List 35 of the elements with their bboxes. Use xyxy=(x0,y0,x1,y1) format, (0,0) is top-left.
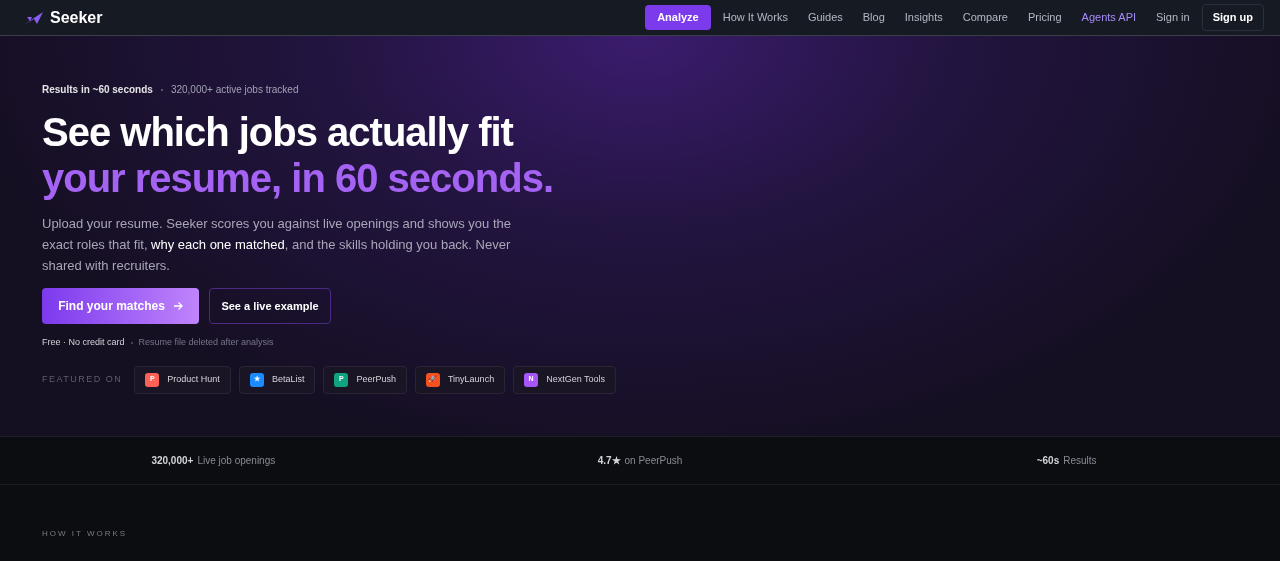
logo-icon xyxy=(24,10,44,25)
platform-name: BetaList xyxy=(271,372,305,386)
section-label: HOW IT WORKS xyxy=(42,529,128,538)
find-matches-button[interactable]: Find your matches xyxy=(42,288,199,324)
arrow-right-icon xyxy=(172,301,183,311)
pricing-note: Free · No credit card xyxy=(42,336,125,349)
hero-title-accent: your resume, in 60 seconds. xyxy=(42,155,554,201)
stat-label: Results xyxy=(1063,454,1097,468)
platform-name: PeerPush xyxy=(356,372,396,386)
stat-value: ~60s xyxy=(1036,454,1060,468)
nav-link[interactable]: Compare xyxy=(954,5,1016,30)
nav-link[interactable]: How It Works xyxy=(714,5,796,30)
platform-name: Product Hunt xyxy=(167,372,220,386)
stat-value: 4.7★ xyxy=(597,454,621,468)
hero-eyebrow-note: 320,000+ active jobs tracked xyxy=(170,83,299,97)
live-example-button[interactable]: See a live example xyxy=(209,288,331,324)
nav-link[interactable]: Analyze xyxy=(645,5,711,30)
nav-link[interactable]: Guides xyxy=(799,5,851,30)
hero-eyebrow: Results in ~60 seconds xyxy=(42,83,153,97)
hero-title: See which jobs actually fit xyxy=(42,109,515,155)
hero-description: Upload your resume. Seeker scores you against live openings and shows you the exact roles that fit, why each one matched, and the skills holding you back. Never shared with recruiters. xyxy=(42,215,512,275)
platform-name: TinyLaunch xyxy=(447,372,495,386)
nav-link[interactable]: Insights xyxy=(896,5,951,30)
featured-label: FEATURED ON xyxy=(42,372,123,386)
nav-link[interactable]: Agents API xyxy=(1073,5,1145,30)
nav-link[interactable]: Blog xyxy=(854,5,893,30)
stat-label: Live job openings xyxy=(197,454,276,468)
nav-link[interactable]: Sign in xyxy=(1148,5,1198,30)
privacy-note: Resume file deleted after analysis xyxy=(138,336,274,349)
stat-label: on PeerPush xyxy=(624,454,683,468)
brand-name[interactable]: Seeker xyxy=(50,5,103,30)
nav-link[interactable]: Pricing xyxy=(1019,5,1070,30)
platform-name: NextGen Tools xyxy=(546,372,605,386)
nav-link[interactable]: Sign up xyxy=(1201,4,1264,31)
stat-value: 320,000+ xyxy=(151,454,194,468)
